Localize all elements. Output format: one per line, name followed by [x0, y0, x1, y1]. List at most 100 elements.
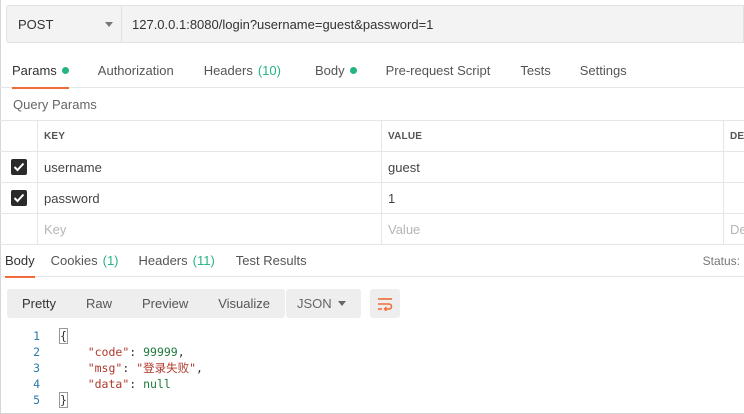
button-label: Raw — [85, 296, 112, 311]
table-header-row: KEY VALUE DE — [0, 121, 744, 152]
wrap-lines-icon — [378, 297, 393, 311]
code-token: , — [177, 345, 185, 359]
view-raw-button[interactable]: Raw — [71, 289, 127, 318]
code-line: 3 "msg": "登录失败", — [0, 360, 744, 376]
table-row-new: Key Value De — [0, 214, 744, 245]
tab-label: Cookies — [50, 253, 98, 268]
key-cell[interactable]: password — [38, 183, 382, 213]
wrap-lines-button[interactable] — [370, 289, 400, 318]
view-preview-button[interactable]: Preview — [127, 289, 203, 318]
checkmark-icon — [13, 193, 24, 203]
status-dot-icon — [349, 66, 357, 74]
tab-authorization[interactable]: Authorization — [98, 52, 174, 88]
column-header-value: VALUE — [388, 130, 423, 142]
request-bar: POST 127.0.0.1:8080/login?username=guest… — [6, 5, 744, 43]
column-header-description: DE — [730, 130, 744, 142]
header-value-cell: VALUE — [382, 121, 724, 151]
response-tabs: Body Cookies (1) Headers (11) Test Results… — [0, 245, 744, 278]
line-number: 5 — [33, 393, 40, 407]
key-placeholder: Key — [44, 221, 67, 237]
button-label: Pretty — [22, 296, 56, 311]
tab-test-results[interactable]: Test Results — [236, 245, 307, 277]
tab-pre-request-script[interactable]: Pre-request Script — [386, 52, 491, 88]
param-value: 1 — [388, 190, 396, 206]
checkbox[interactable] — [10, 190, 27, 206]
response-code-view[interactable]: 1{2 "code": 99999, 3 "msg": "登录失败", 4 "dat… — [0, 328, 744, 408]
code-text: { — [59, 328, 68, 344]
code-text: "msg": "登录失败", — [60, 360, 203, 376]
tab-settings[interactable]: Settings — [580, 52, 627, 88]
key-cell[interactable]: username — [38, 152, 382, 182]
column-header-key: KEY — [44, 130, 66, 142]
tab-cookies[interactable]: Cookies (1) — [51, 245, 119, 277]
code-token: null — [143, 377, 171, 391]
line-number: 1 — [33, 329, 40, 343]
tab-label: Pre-request Script — [385, 62, 491, 78]
chevron-down-icon — [105, 22, 113, 27]
checkbox-cell — [0, 214, 38, 244]
line-number: 4 — [33, 377, 40, 391]
table-row: username guest — [0, 152, 744, 183]
button-label: Preview — [141, 296, 189, 311]
tab-label: Body — [314, 62, 345, 78]
description-cell[interactable] — [724, 183, 744, 213]
code-text: "data": null — [60, 377, 171, 391]
method-value: POST — [18, 16, 54, 32]
tab-params[interactable]: Params — [12, 52, 69, 89]
request-tabs: Params Authorization Headers (10) Body Pr… — [0, 52, 744, 89]
tab-label: Test Results — [235, 253, 307, 268]
code-line: 5} — [0, 392, 744, 408]
tab-label: Params — [12, 62, 57, 78]
header-checkbox-cell — [0, 121, 38, 151]
view-pretty-button[interactable]: Pretty — [7, 289, 71, 318]
button-label: Visualize — [218, 296, 271, 311]
code-token: : — [122, 361, 137, 375]
url-value: 127.0.0.1:8080/login?username=guest&pass… — [132, 16, 434, 32]
tab-count: (10) — [257, 62, 281, 78]
code-token: "msg" — [87, 361, 123, 375]
code-token: "code" — [87, 345, 130, 359]
code-text: "code": 99999, — [60, 345, 185, 359]
tab-response-headers[interactable]: Headers (11) — [139, 245, 215, 277]
format-value: JSON — [297, 296, 332, 311]
tab-label: Tests — [520, 62, 551, 78]
param-key: username — [44, 159, 102, 175]
code-token: , — [196, 361, 203, 375]
view-mode-toolbar: Pretty Raw Preview Visualize — [7, 289, 286, 318]
tab-body[interactable]: Body — [315, 52, 357, 88]
tab-headers[interactable]: Headers (10) — [204, 52, 281, 88]
description-cell[interactable] — [724, 152, 744, 182]
checkbox[interactable] — [10, 159, 27, 175]
status-dot-icon — [61, 66, 69, 74]
method-select[interactable]: POST — [6, 5, 122, 43]
description-placeholder: De — [730, 221, 744, 237]
code-token: { — [59, 328, 68, 344]
code-line: 1{ — [0, 328, 744, 344]
tab-response-body[interactable]: Body — [5, 245, 35, 278]
key-input[interactable]: Key — [38, 214, 382, 244]
view-visualize-button[interactable]: Visualize — [203, 289, 285, 318]
code-token: "登录失败" — [136, 361, 197, 375]
query-params-title: Query Params — [13, 97, 97, 112]
table-row: password 1 — [0, 183, 744, 214]
line-number: 3 — [33, 361, 40, 375]
tab-label: Body — [5, 253, 35, 268]
value-input[interactable]: Value — [382, 214, 724, 244]
header-key-cell: KEY — [38, 121, 382, 151]
tab-count: (11) — [192, 253, 215, 268]
tab-count: (1) — [102, 253, 119, 268]
value-cell[interactable]: guest — [382, 152, 724, 182]
code-text: } — [59, 392, 68, 408]
code-token: "data" — [87, 377, 130, 391]
description-input[interactable]: De — [724, 214, 744, 244]
code-line: 4 "data": null — [0, 376, 744, 392]
tab-label: Headers — [138, 253, 188, 268]
chevron-down-icon — [338, 301, 346, 306]
format-select[interactable]: JSON — [286, 289, 361, 318]
value-cell[interactable]: 1 — [382, 183, 724, 213]
tab-tests[interactable]: Tests — [520, 52, 550, 88]
url-input[interactable]: 127.0.0.1:8080/login?username=guest&pass… — [122, 5, 744, 43]
